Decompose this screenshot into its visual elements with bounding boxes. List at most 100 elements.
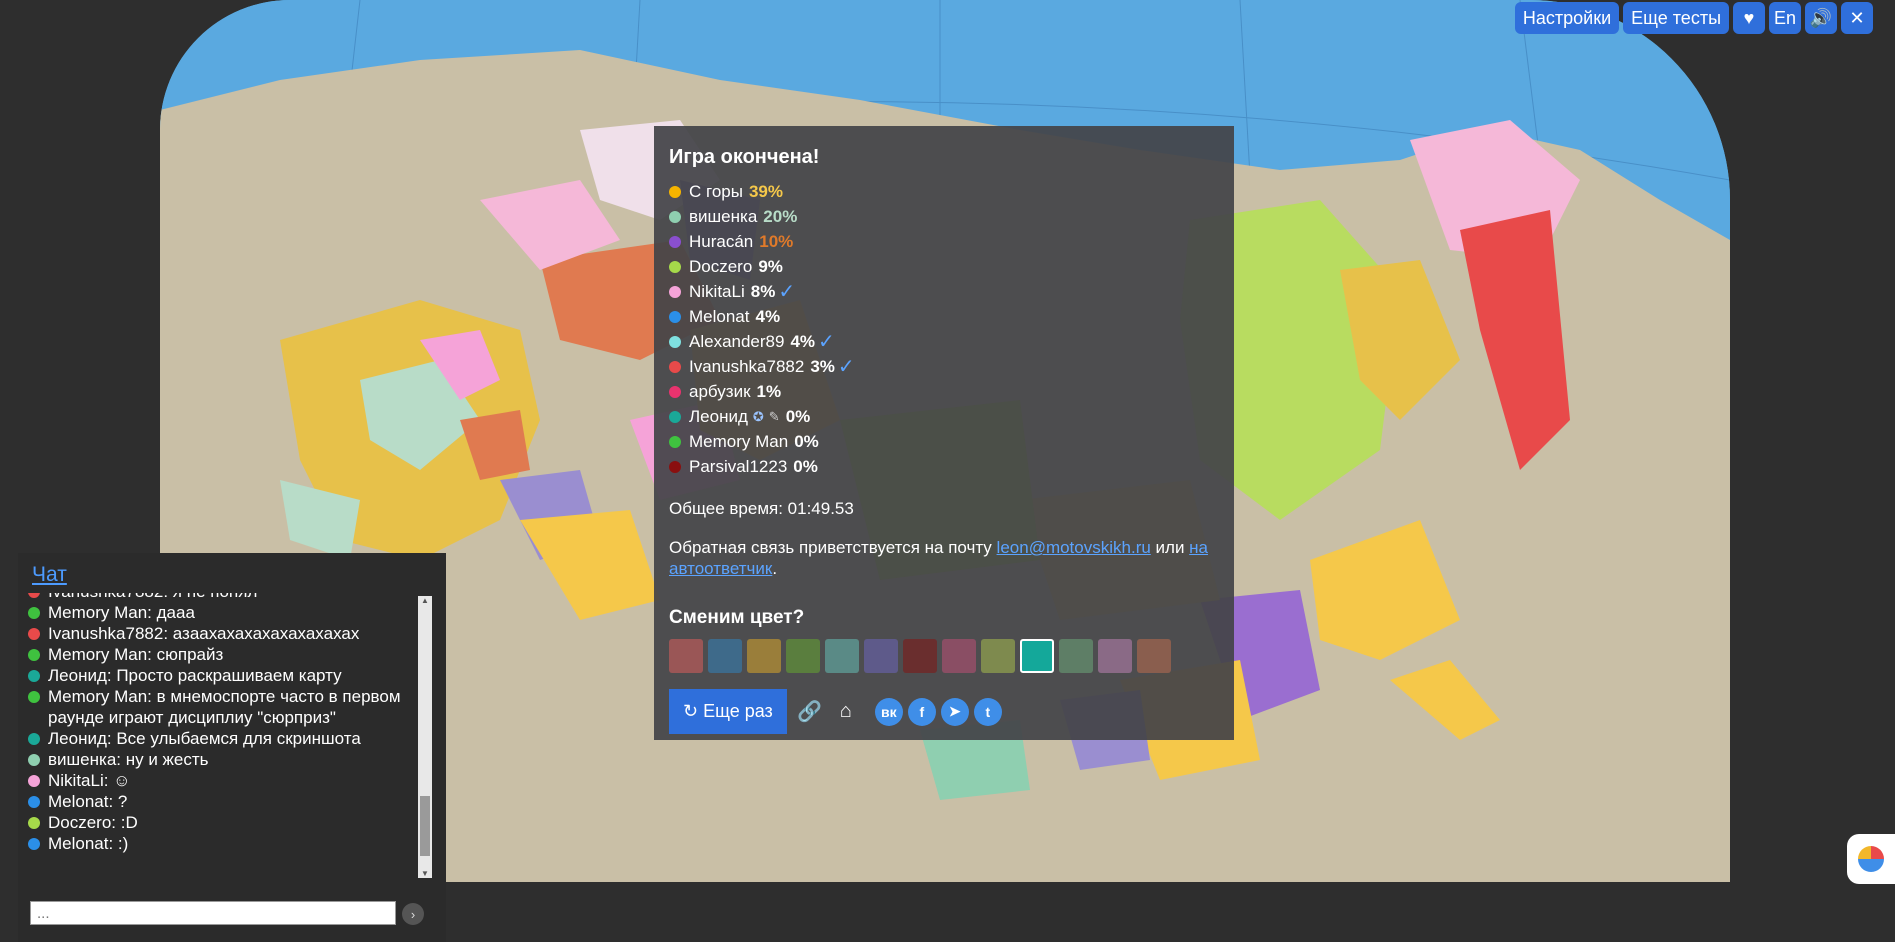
total-time: Общее время: 01:49.53: [669, 499, 854, 518]
player-color-dot: [669, 360, 681, 373]
player-color-dot: [669, 460, 681, 473]
more-tests-button[interactable]: Еще тесты: [1623, 2, 1729, 34]
player-percent: 4%: [790, 331, 816, 351]
chat-message-text: Doczero: :D: [48, 813, 138, 832]
color-swatch[interactable]: [1098, 639, 1132, 673]
color-swatch[interactable]: [708, 639, 742, 673]
chat-input[interactable]: [30, 901, 396, 925]
feedback-text: Обратная связь приветствуется на почту l…: [669, 538, 1209, 578]
chat-message: Леонид: Просто раскрашиваем карту: [28, 665, 420, 686]
user-color-dot: [28, 796, 40, 808]
chat-message-text: Ivanushka7882: азаахахахахахахахахах: [48, 624, 360, 643]
chat-message: Ivanushka7882: я не понял: [28, 593, 420, 602]
player-row: Melonat 4%: [669, 304, 1219, 329]
player-color-dot: [669, 235, 681, 248]
player-color-dot: [669, 210, 681, 223]
change-color-title: Сменим цвет?: [669, 607, 805, 628]
user-color-dot: [28, 775, 40, 787]
facebook-icon[interactable]: f: [907, 697, 936, 726]
color-swatch[interactable]: [1020, 639, 1054, 673]
chat-scrollbar[interactable]: ▲ ▼: [418, 596, 432, 878]
corner-widget[interactable]: [1847, 834, 1895, 884]
star-icon: ✪: [752, 408, 764, 424]
color-swatch[interactable]: [903, 639, 937, 673]
color-swatch[interactable]: [1137, 639, 1171, 673]
pencil-icon: ✎: [768, 408, 780, 424]
link-icon[interactable]: 🔗: [797, 699, 823, 724]
sound-icon[interactable]: 🔊: [1805, 2, 1837, 34]
player-name: Melonat: [689, 306, 750, 326]
color-swatch[interactable]: [942, 639, 976, 673]
chat-panel: Чат Ivanushka7882: я не понялMemory Man:…: [18, 553, 446, 942]
player-row: Леонид ✪ ✎ 0%: [669, 404, 1219, 429]
player-percent: 8%: [750, 281, 776, 301]
settings-button[interactable]: Настройки: [1514, 2, 1620, 34]
send-icon[interactable]: ›: [402, 903, 424, 925]
color-swatch[interactable]: [786, 639, 820, 673]
checkmark-icon: ✓: [818, 331, 835, 353]
scroll-thumb[interactable]: [420, 796, 430, 856]
user-color-dot: [28, 670, 40, 682]
player-color-dot: [669, 385, 681, 398]
user-color-dot: [28, 628, 40, 640]
player-row: Huracán 10%: [669, 229, 1219, 254]
player-row: NikitaLi 8% ✓: [669, 279, 1219, 304]
user-color-dot: [28, 733, 40, 745]
player-percent: 39%: [748, 181, 783, 201]
player-name: Alexander89: [689, 331, 785, 351]
scroll-up-icon[interactable]: ▲: [418, 596, 432, 605]
chat-title[interactable]: Чат: [32, 563, 67, 587]
color-swatch[interactable]: [669, 639, 703, 673]
player-row: Parsival1223 0%: [669, 454, 1219, 479]
player-color-dot: [669, 285, 681, 298]
checkmark-icon: ✓: [778, 281, 796, 303]
player-color-dot: [669, 310, 681, 323]
player-percent: 0%: [793, 456, 818, 476]
color-swatch[interactable]: [1059, 639, 1093, 673]
player-row: Memory Man 0%: [669, 429, 1219, 454]
player-color-dot: [669, 410, 681, 423]
color-swatch[interactable]: [825, 639, 859, 673]
player-percent: 1%: [756, 381, 782, 401]
chat-message: Ivanushka7882: азаахахахахахахахахах: [28, 623, 420, 644]
color-swatch[interactable]: [981, 639, 1015, 673]
feedback-email-link[interactable]: leon@motovskikh.ru: [997, 538, 1151, 557]
chat-message: Doczero: :D: [28, 812, 420, 833]
scroll-down-icon[interactable]: ▼: [418, 869, 432, 878]
user-color-dot: [28, 838, 40, 850]
color-swatch[interactable]: [864, 639, 898, 673]
player-row: Doczero 9%: [669, 254, 1219, 279]
user-color-dot: [28, 754, 40, 766]
user-color-dot: [28, 817, 40, 829]
top-toolbar: Настройки Еще тесты ♥ En 🔊 ✕: [1514, 2, 1873, 34]
game-over-title: Игра окончена!: [669, 146, 820, 168]
player-row: С горы 39%: [669, 179, 1219, 204]
social-buttons: вк f ➤ t: [874, 697, 1002, 726]
home-icon[interactable]: ⌂: [833, 700, 859, 723]
player-name: Parsival1223: [689, 456, 788, 476]
widget-logo-icon: [1858, 846, 1884, 872]
heart-icon[interactable]: ♥: [1733, 2, 1765, 34]
chat-message: Memory Man: в мнемоспорте часто в первом…: [28, 686, 420, 728]
chat-message-text: Melonat: ?: [48, 792, 128, 811]
language-button[interactable]: En: [1769, 2, 1801, 34]
player-name: NikitaLi: [689, 281, 745, 301]
chat-message-text: NikitaLi: ☺: [48, 771, 131, 790]
play-again-button[interactable]: ↻ Еще раз: [669, 689, 787, 734]
player-name: Ivanushka7882: [689, 356, 805, 376]
player-color-dot: [669, 185, 681, 198]
vk-icon[interactable]: вк: [874, 697, 903, 726]
player-name: Huracán: [689, 231, 754, 251]
chat-message: Memory Man: дааа: [28, 602, 420, 623]
player-row: арбузик 1%: [669, 379, 1219, 404]
chat-message-text: Memory Man: в мнемоспорте часто в первом…: [48, 687, 401, 727]
chat-message-text: Memory Man: сюпрайз: [48, 645, 224, 664]
player-percent: 0%: [785, 406, 811, 426]
chat-message-text: Леонид: Просто раскрашиваем карту: [48, 666, 342, 685]
telegram-icon[interactable]: ➤: [940, 697, 969, 726]
user-color-dot: [28, 593, 40, 598]
fullscreen-icon[interactable]: ✕: [1841, 2, 1873, 34]
color-swatch[interactable]: [747, 639, 781, 673]
twitter-icon[interactable]: t: [973, 697, 1002, 726]
player-row: вишенка 20%: [669, 204, 1219, 229]
